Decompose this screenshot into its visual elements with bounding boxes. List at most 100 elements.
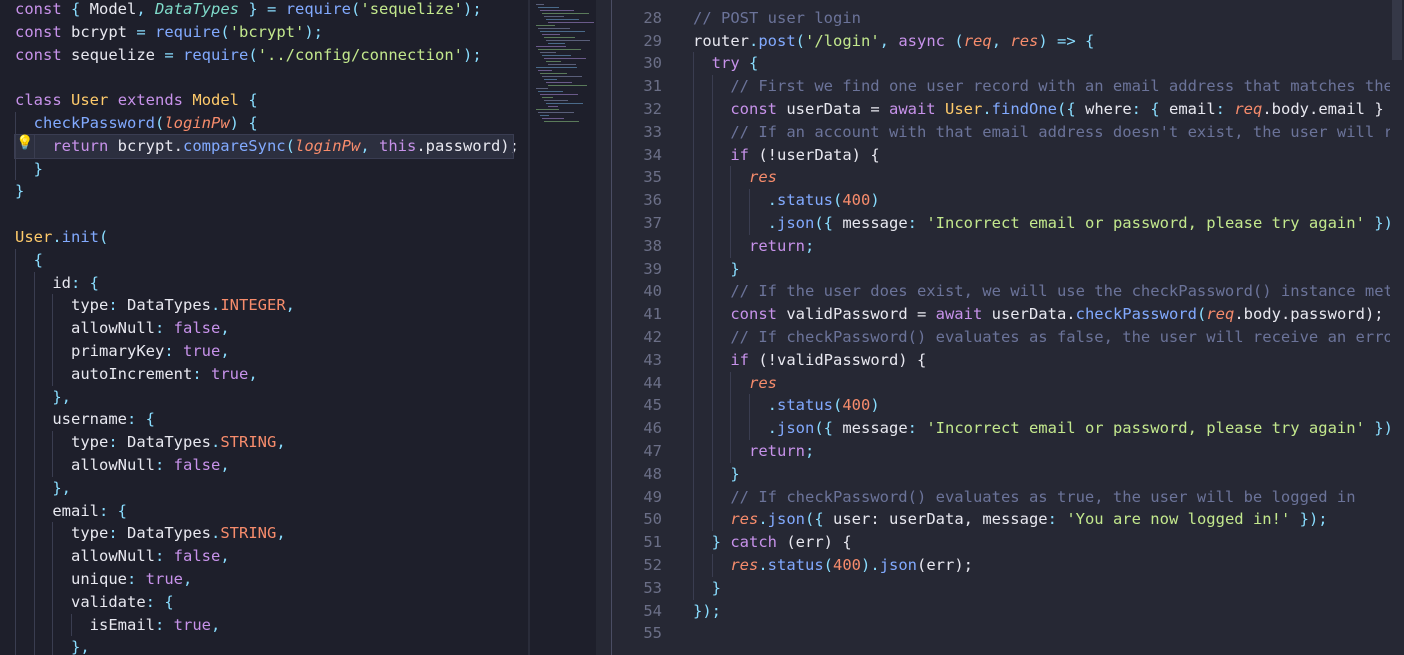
code-token: , bbox=[183, 569, 193, 588]
code-line[interactable]: // If checkPassword() evaluates as false… bbox=[693, 325, 1402, 349]
code-line[interactable]: validate: { bbox=[15, 590, 513, 614]
right-editor-pane[interactable]: 2728 29 30 31 32 33 34 35 36 37 38 39 40 41 42 43 44 45 46… bbox=[596, 0, 1404, 655]
code-line[interactable]: try { bbox=[693, 52, 1402, 76]
code-line[interactable]: res.status(400).json(err); bbox=[693, 553, 1402, 577]
code-line[interactable]: }, bbox=[15, 476, 513, 500]
code-line[interactable]: return; bbox=[693, 234, 1402, 258]
code-line[interactable]: }, bbox=[15, 385, 513, 409]
code-line[interactable]: // If an account with that email address… bbox=[693, 120, 1402, 144]
left-editor-pane[interactable]: const { Model, DataTypes } = require('se… bbox=[0, 0, 528, 655]
code-line[interactable]: const sequelize = require('../config/con… bbox=[15, 44, 513, 67]
code-token: : bbox=[108, 296, 127, 315]
code-line[interactable]: return; bbox=[693, 439, 1402, 463]
code-line[interactable]: res.json({ user: userData, message: 'You… bbox=[693, 508, 1402, 532]
code-line[interactable]: unique: true, bbox=[15, 567, 513, 591]
minimap-line bbox=[546, 40, 590, 41]
code-line[interactable]: .json({ message: 'Incorrect email or pas… bbox=[693, 417, 1402, 440]
code-token: status bbox=[777, 191, 833, 210]
code-line[interactable]: primaryKey: true, bbox=[15, 339, 513, 363]
code-line[interactable]: } bbox=[15, 180, 513, 203]
code-token: json bbox=[777, 213, 815, 232]
code-line[interactable]: } bbox=[693, 576, 1402, 600]
code-token: : { bbox=[126, 410, 155, 429]
code-token: User bbox=[15, 227, 53, 246]
code-line[interactable]: } bbox=[15, 157, 513, 181]
code-line[interactable]: const { Model, DataTypes } = require('se… bbox=[15, 0, 513, 21]
minimap[interactable] bbox=[530, 0, 596, 655]
code-line[interactable]: { bbox=[15, 248, 513, 272]
code-token: true bbox=[145, 569, 183, 588]
code-line[interactable]: } bbox=[693, 257, 1402, 281]
indent-guide bbox=[15, 248, 16, 272]
code-line[interactable] bbox=[693, 622, 1402, 645]
indent-guide bbox=[52, 590, 54, 614]
code-line[interactable] bbox=[15, 203, 513, 226]
code-line[interactable]: email: { bbox=[15, 499, 513, 523]
code-line[interactable]: checkPassword(loginPw) { bbox=[15, 111, 513, 135]
code-line[interactable] bbox=[15, 66, 513, 89]
code-line[interactable]: // POST user login bbox=[693, 7, 1402, 30]
code-line[interactable]: res bbox=[693, 371, 1402, 395]
code-token: ( bbox=[823, 555, 834, 574]
code-line[interactable]: res bbox=[693, 166, 1402, 190]
code-line[interactable]: .json({ message: 'Incorrect email or pas… bbox=[693, 211, 1402, 235]
code-line[interactable]: class User extends Model { bbox=[15, 89, 513, 112]
code-line[interactable]: id: { bbox=[15, 271, 513, 295]
vertical-scrollbar[interactable] bbox=[1390, 0, 1404, 655]
code-line[interactable]: username: { bbox=[15, 408, 513, 432]
code-line[interactable]: .status(400) bbox=[693, 189, 1402, 212]
code-line[interactable]: }); bbox=[693, 600, 1402, 623]
code-line[interactable]: // If the user does exist, we will use t… bbox=[693, 280, 1402, 304]
code-token: id bbox=[52, 273, 71, 292]
code-token: res bbox=[730, 555, 759, 574]
code-line[interactable]: if (!userData) { bbox=[693, 143, 1402, 167]
code-line[interactable]: type: DataTypes.INTEGER, bbox=[15, 294, 513, 318]
code-line[interactable]: allowNull: false, bbox=[15, 545, 513, 568]
minimap-line bbox=[548, 85, 587, 86]
code-line[interactable] bbox=[693, 0, 1402, 7]
code-line[interactable]: if (!validPassword) { bbox=[693, 348, 1402, 372]
code-line[interactable]: isEmail: true, bbox=[15, 613, 513, 637]
code-line[interactable]: const bcrypt = require('bcrypt'); bbox=[15, 21, 513, 44]
code-line[interactable]: }, bbox=[15, 636, 513, 655]
code-token: : bbox=[108, 433, 127, 452]
minimap-line bbox=[546, 103, 583, 104]
code-token: (err); bbox=[917, 555, 974, 574]
line-number: 27 bbox=[596, 0, 662, 7]
code-line[interactable]: } catch (err) { bbox=[693, 531, 1402, 554]
right-code-area[interactable]: // POST user login router.post('/login', … bbox=[693, 0, 1402, 645]
line-number: 37 bbox=[643, 213, 662, 232]
code-token: email bbox=[52, 501, 99, 520]
code-line[interactable]: // First we find one user record with an… bbox=[693, 75, 1402, 98]
code-line[interactable]: const userData = await User.findOne({ wh… bbox=[693, 97, 1402, 121]
code-token: : bbox=[155, 455, 174, 474]
code-line[interactable]: allowNull: false, bbox=[15, 317, 513, 340]
code-line[interactable]: .status(400) bbox=[693, 394, 1402, 418]
code-token: ({ bbox=[805, 510, 833, 529]
indent-guide bbox=[15, 294, 16, 318]
code-line[interactable]: autoIncrement: true, bbox=[15, 362, 513, 386]
code-token: checkPassword bbox=[33, 113, 155, 132]
code-line[interactable]: type: DataTypes.STRING, bbox=[15, 522, 513, 546]
left-code-area[interactable]: const { Model, DataTypes } = require('se… bbox=[14, 0, 519, 655]
code-token: : bbox=[164, 341, 183, 360]
code-line[interactable]: } bbox=[693, 462, 1402, 486]
code-token: ). bbox=[861, 555, 880, 574]
code-token: await bbox=[935, 305, 983, 324]
code-line[interactable]: const validPassword = await userData.che… bbox=[693, 303, 1402, 326]
code-line[interactable]: router.post('/login', async (req, res) =… bbox=[693, 30, 1402, 53]
code-line[interactable]: allowNull: false, bbox=[15, 453, 513, 477]
code-token: , bbox=[248, 364, 258, 383]
indent-guide bbox=[15, 385, 16, 409]
code-token: . bbox=[52, 227, 62, 246]
code-line[interactable]: User.init( bbox=[15, 226, 513, 249]
code-line[interactable]: type: DataTypes.STRING, bbox=[15, 431, 513, 454]
lightbulb-icon[interactable]: 💡 bbox=[16, 135, 33, 151]
code-line[interactable]: // If checkPassword() evaluates as true,… bbox=[693, 485, 1402, 509]
code-token: loginPw bbox=[164, 113, 230, 132]
code-line[interactable]: return bcrypt.compareSync(loginPw, this.… bbox=[14, 133, 519, 159]
scrollbar-thumb[interactable] bbox=[1392, 0, 1402, 60]
code-token: userData. bbox=[982, 305, 1076, 324]
